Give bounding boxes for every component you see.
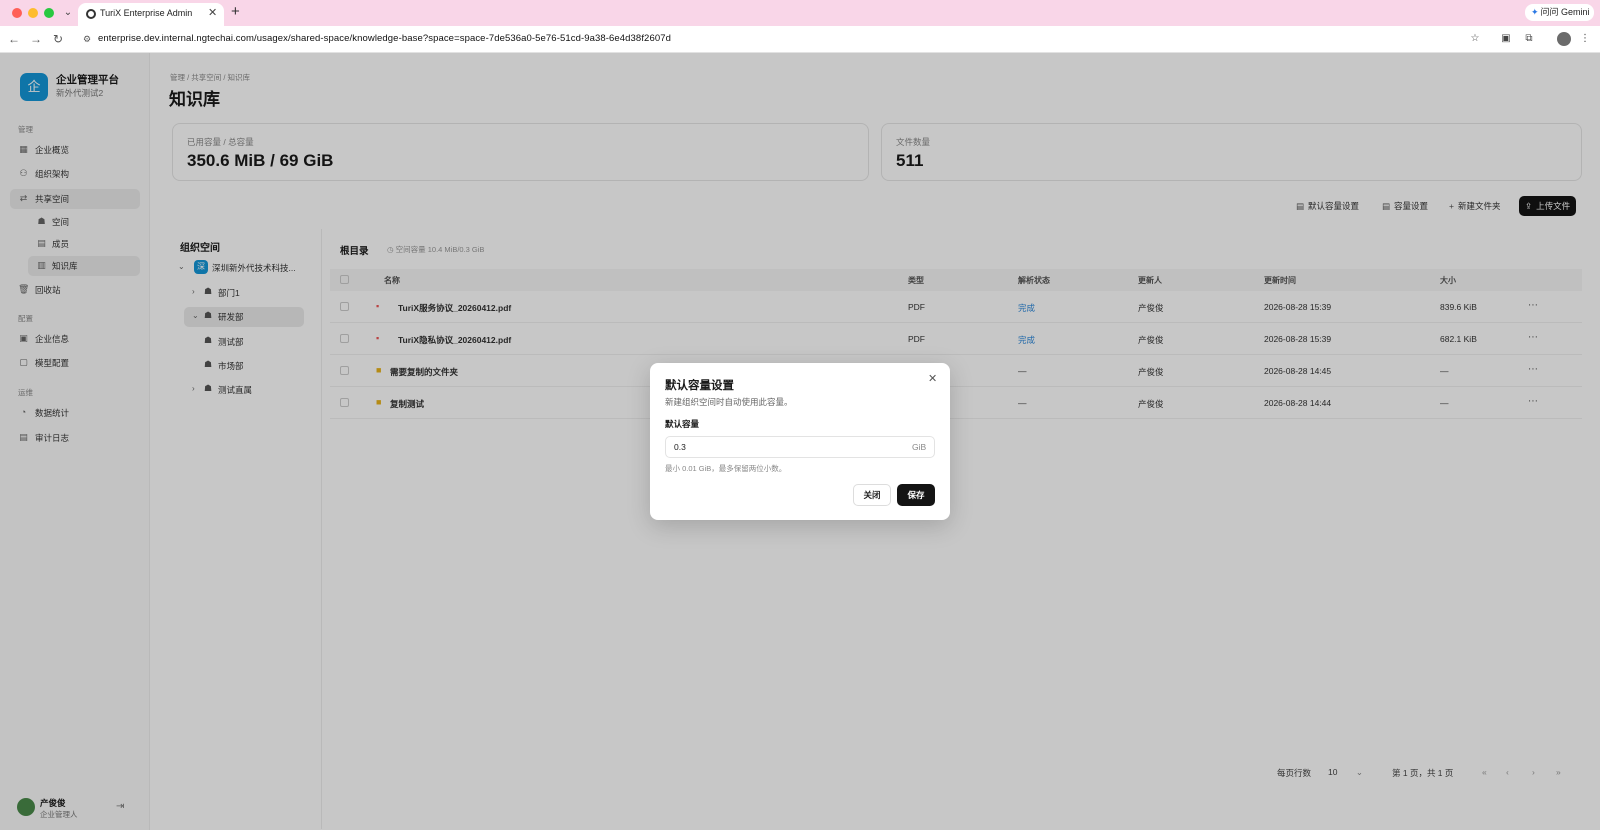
minimize-window-button[interactable] bbox=[28, 8, 38, 18]
browser-tab-bar: ⌄ TuriX Enterprise Admin ✕ + ✦ 问问 Gemini bbox=[0, 0, 1600, 26]
browser-tab[interactable]: TuriX Enterprise Admin ✕ bbox=[78, 3, 224, 26]
forward-icon[interactable]: → bbox=[28, 31, 44, 47]
capacity-input[interactable] bbox=[674, 442, 894, 452]
tab-title: TuriX Enterprise Admin bbox=[100, 8, 193, 18]
favicon-icon bbox=[86, 9, 96, 19]
url-text[interactable]: enterprise.dev.internal.ngtechai.com/usa… bbox=[98, 33, 671, 44]
default-capacity-dialog: 默认容量设置 新建组织空间时自动使用此容量。 ✕ 默认容量 GiB 最小 0.0… bbox=[650, 363, 950, 520]
capacity-field-label: 默认容量 bbox=[665, 419, 700, 429]
back-icon[interactable]: ← bbox=[6, 31, 22, 47]
profile-avatar[interactable] bbox=[1557, 32, 1571, 46]
dialog-title: 默认容量设置 bbox=[665, 380, 734, 392]
capacity-hint: 最小 0.01 GiB，最多保留两位小数。 bbox=[665, 464, 787, 473]
tab-search-icon[interactable]: ⌄ bbox=[60, 5, 76, 21]
gemini-label: 问问 Gemini bbox=[1540, 7, 1590, 17]
new-tab-icon[interactable]: + bbox=[231, 3, 240, 20]
save-button[interactable]: 保存 bbox=[897, 484, 935, 506]
close-icon[interactable]: ✕ bbox=[928, 372, 937, 385]
capacity-unit: GiB bbox=[912, 442, 927, 452]
reload-icon[interactable]: ↻ bbox=[50, 31, 66, 47]
address-bar: ← → ↻ ⚙ enterprise.dev.internal.ngtechai… bbox=[0, 26, 1600, 53]
capacity-field[interactable]: GiB bbox=[665, 436, 935, 458]
tab-close-icon[interactable]: ✕ bbox=[208, 6, 217, 19]
close-window-button[interactable] bbox=[12, 8, 22, 18]
close-button[interactable]: 关闭 bbox=[853, 484, 891, 506]
gemini-sparkle-icon: ✦ bbox=[1531, 7, 1539, 17]
bookmark-star-icon[interactable]: ☆ bbox=[1468, 32, 1482, 46]
reading-mode-icon[interactable]: ▣ bbox=[1499, 32, 1513, 46]
ask-gemini-button[interactable]: ✦ 问问 Gemini bbox=[1525, 4, 1594, 21]
dialog-description: 新建组织空间时自动使用此容量。 bbox=[665, 397, 793, 407]
maximize-window-button[interactable] bbox=[44, 8, 54, 18]
extensions-icon[interactable]: ⧉ bbox=[1522, 32, 1536, 46]
browser-menu-icon[interactable]: ⋮ bbox=[1578, 32, 1592, 46]
site-info-icon[interactable]: ⚙ bbox=[81, 33, 93, 45]
